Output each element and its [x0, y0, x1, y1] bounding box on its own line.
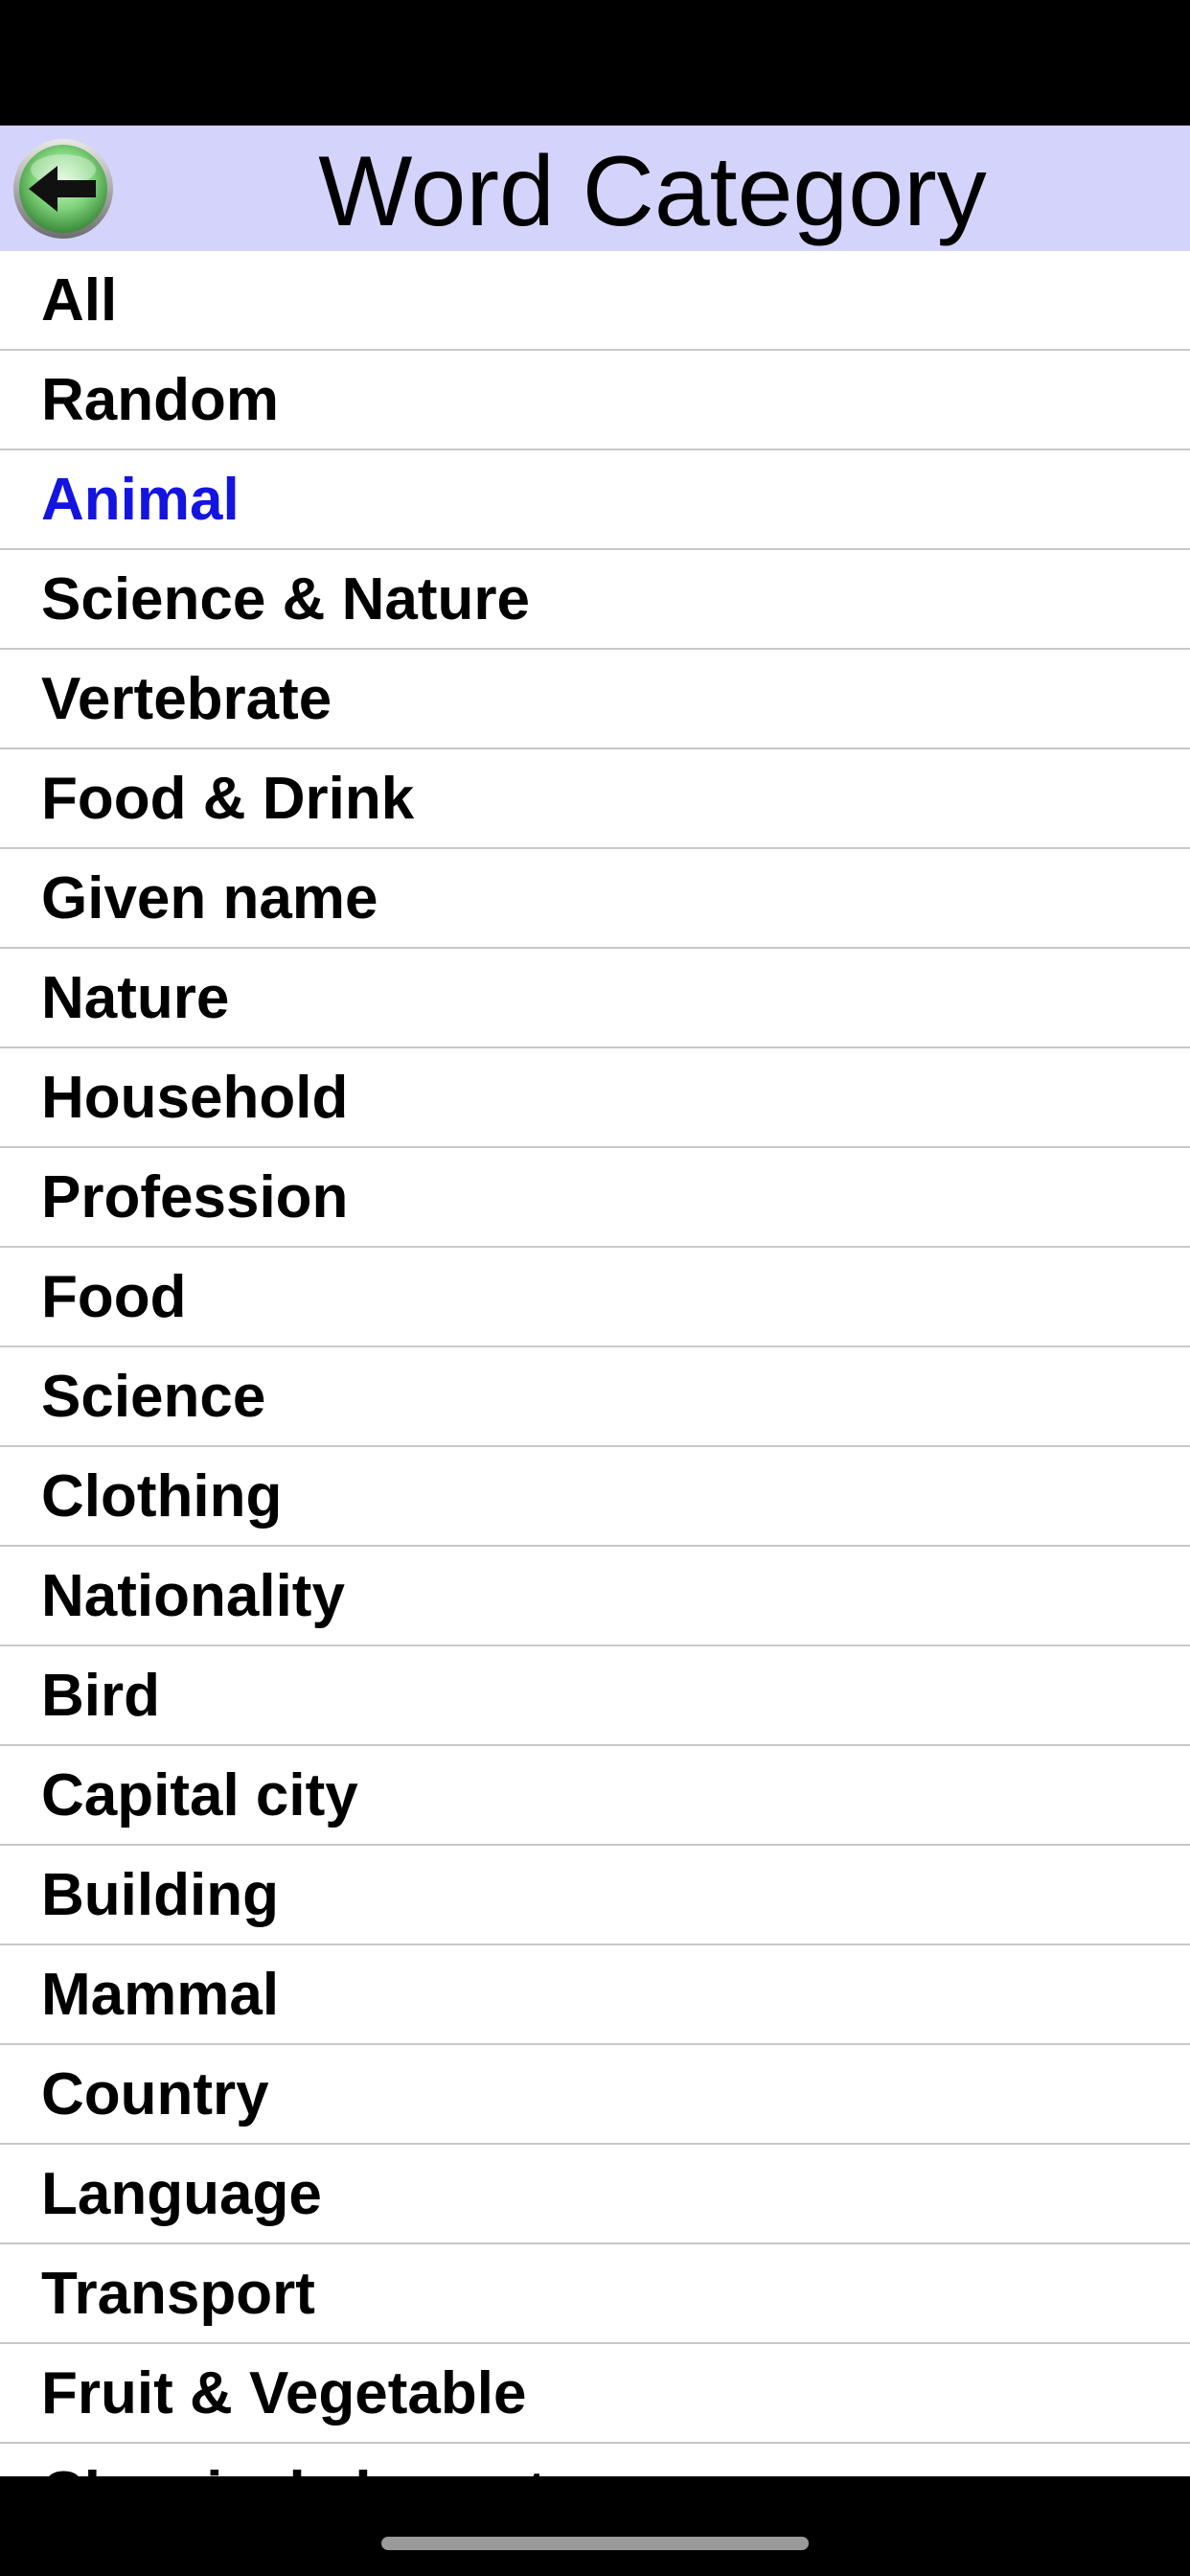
category-list: All Random Animal Science & Nature Vertebrat…: [0, 251, 1190, 2476]
category-item[interactable]: Country: [0, 2045, 1190, 2145]
category-label: Country: [41, 2061, 269, 2128]
category-item[interactable]: Nationality: [0, 1547, 1190, 1646]
category-item[interactable]: Food & Drink: [0, 749, 1190, 849]
category-label: Fruit & Vegetable: [41, 2360, 527, 2426]
category-item[interactable]: Profession: [0, 1148, 1190, 1248]
category-label: Chemical element: [41, 2444, 1190, 2476]
category-label: Mammal: [41, 1962, 280, 2028]
system-navigation-bar: [0, 2476, 1190, 2576]
page-title: Word Category: [318, 136, 987, 247]
category-label: Clothing: [41, 1463, 283, 1530]
category-item[interactable]: Fruit & Vegetable: [0, 2344, 1190, 2444]
category-item[interactable]: Household: [0, 1048, 1190, 1148]
category-label: Capital city: [41, 1762, 358, 1828]
category-item[interactable]: Chemical element: [0, 2444, 1190, 2476]
category-item[interactable]: Given name: [0, 849, 1190, 949]
category-item[interactable]: All: [0, 251, 1190, 351]
category-item[interactable]: Nature: [0, 949, 1190, 1048]
category-item[interactable]: Building: [0, 1846, 1190, 1945]
category-item[interactable]: Animal: [0, 450, 1190, 550]
category-label: Science: [41, 1364, 266, 1430]
category-label: Science & Nature: [41, 566, 530, 632]
category-label: All: [41, 267, 118, 334]
category-label: Household: [41, 1065, 349, 1131]
category-item[interactable]: Mammal: [0, 1945, 1190, 2045]
category-label: Bird: [41, 1663, 160, 1729]
back-button[interactable]: [11, 137, 115, 241]
category-item[interactable]: Transport: [0, 2244, 1190, 2344]
category-item[interactable]: Bird: [0, 1646, 1190, 1746]
category-item[interactable]: Capital city: [0, 1746, 1190, 1846]
header-bar: Word Category: [0, 126, 1190, 251]
category-label: Building: [41, 1862, 279, 1928]
category-item[interactable]: Clothing: [0, 1447, 1190, 1547]
category-label: Random: [41, 367, 279, 433]
category-label: Vertebrate: [41, 666, 332, 732]
category-label: Nationality: [41, 1563, 345, 1629]
category-item[interactable]: Random: [0, 351, 1190, 450]
category-label: Nature: [41, 965, 230, 1031]
category-label: Profession: [41, 1164, 349, 1230]
category-label: Given name: [41, 865, 378, 932]
status-bar: [0, 0, 1190, 126]
category-label: Food: [41, 1264, 187, 1330]
back-arrow-icon: [13, 139, 113, 239]
category-item[interactable]: Science & Nature: [0, 550, 1190, 650]
category-label: Transport: [41, 2261, 315, 2327]
category-label: Language: [41, 2161, 322, 2227]
category-label: Animal: [41, 467, 240, 533]
category-item[interactable]: Food: [0, 1248, 1190, 1347]
home-indicator[interactable]: [381, 2537, 809, 2550]
category-item[interactable]: Language: [0, 2145, 1190, 2244]
category-label: Food & Drink: [41, 766, 415, 832]
category-item[interactable]: Science: [0, 1347, 1190, 1447]
category-item[interactable]: Vertebrate: [0, 650, 1190, 749]
